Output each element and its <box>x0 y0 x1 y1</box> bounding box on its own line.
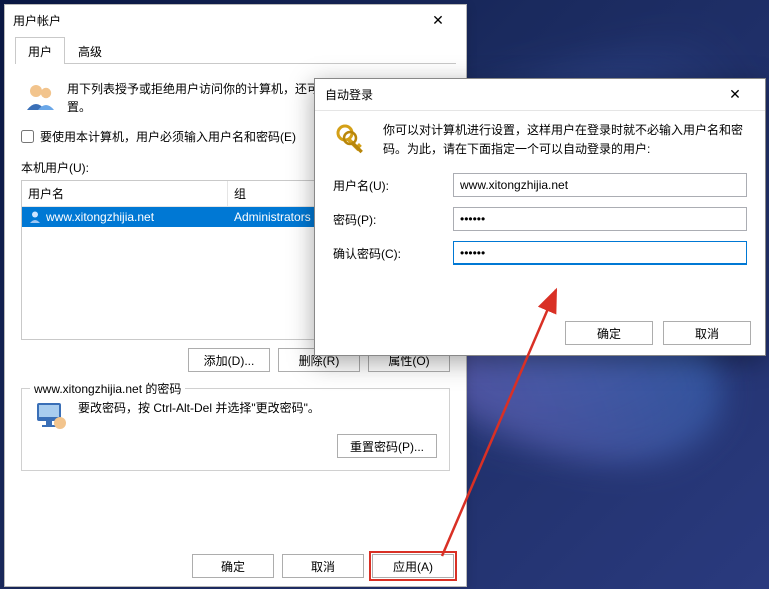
avatar-icon <box>34 399 68 433</box>
modal-ok-button[interactable]: 确定 <box>565 321 653 345</box>
modal-footer: 确定 取消 <box>315 311 765 355</box>
dialog-footer: 确定 取消 应用(A) <box>5 546 466 586</box>
tabs: 用户 高级 <box>5 35 466 63</box>
tab-advanced[interactable]: 高级 <box>65 37 115 64</box>
username-field[interactable] <box>453 173 747 197</box>
keys-icon <box>333 121 371 159</box>
modal-title: 自动登录 <box>325 86 373 103</box>
cancel-button[interactable]: 取消 <box>282 554 364 578</box>
password-field[interactable] <box>453 207 747 231</box>
password-text: 要改密码，按 Ctrl-Alt-Del 并选择"更改密码"。 <box>78 399 437 416</box>
modal-titlebar: 自动登录 ✕ <box>315 79 765 111</box>
users-icon <box>23 80 57 114</box>
reset-password-button[interactable]: 重置密码(P)... <box>337 434 437 458</box>
apply-button[interactable]: 应用(A) <box>372 554 454 578</box>
add-button[interactable]: 添加(D)... <box>188 348 270 372</box>
tab-users[interactable]: 用户 <box>15 37 65 64</box>
auto-login-dialog: 自动登录 ✕ 你可以对计算机进行设置，这样用户在登录时就不必输入用户名和密码。为… <box>314 78 766 356</box>
user-icon <box>28 210 42 224</box>
password-group-title: www.xitongzhijia.net 的密码 <box>30 380 185 397</box>
modal-intro-text: 你可以对计算机进行设置，这样用户在登录时就不必输入用户名和密码。为此，请在下面指… <box>383 121 747 159</box>
confirm-password-field[interactable] <box>453 241 747 265</box>
modal-cancel-button[interactable]: 取消 <box>663 321 751 345</box>
ok-button[interactable]: 确定 <box>192 554 274 578</box>
password-groupbox: www.xitongzhijia.net 的密码 要改密码，按 Ctrl-Alt… <box>21 388 450 471</box>
column-user[interactable]: 用户名 <box>22 181 228 206</box>
require-login-label: 要使用本计算机，用户必须输入用户名和密码(E) <box>40 128 296 145</box>
username-label: 用户名(U): <box>333 177 453 194</box>
require-login-input[interactable] <box>21 130 34 143</box>
row-username: www.xitongzhijia.net <box>46 210 154 224</box>
window-title: 用户帐户 <box>13 12 61 29</box>
close-icon[interactable]: ✕ <box>418 6 458 34</box>
confirm-label: 确认密码(C): <box>333 245 453 262</box>
titlebar: 用户帐户 ✕ <box>5 5 466 35</box>
password-label: 密码(P): <box>333 211 453 228</box>
close-icon[interactable]: ✕ <box>715 81 755 109</box>
